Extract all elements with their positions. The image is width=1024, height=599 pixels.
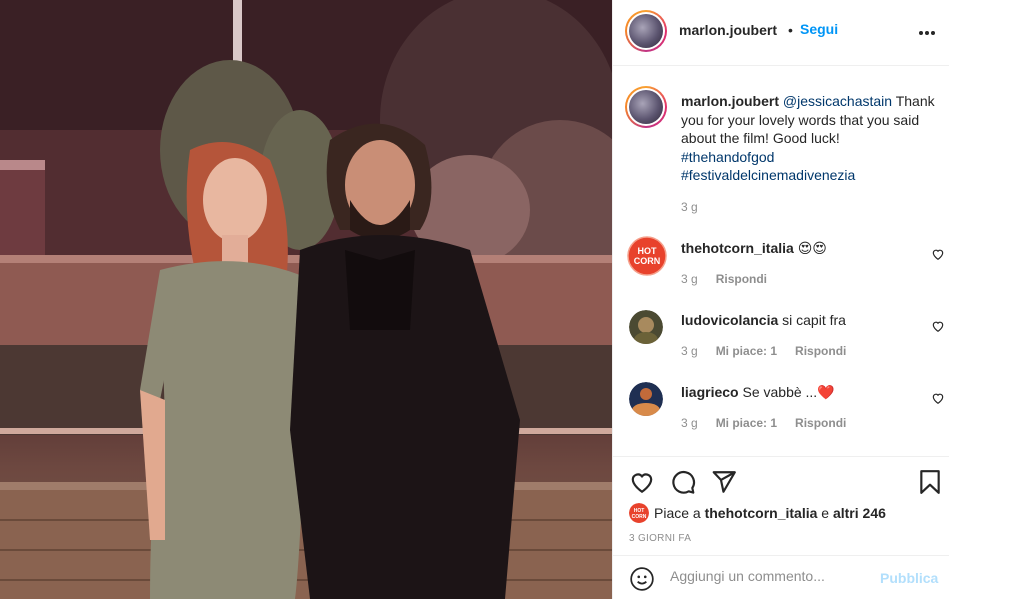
caption-username[interactable]: marlon.joubert — [681, 93, 779, 109]
comment-body: Se vabbè ...❤️ — [742, 384, 835, 400]
svg-text:CORN: CORN — [634, 256, 661, 266]
comment-username[interactable]: liagrieco — [681, 384, 739, 400]
post-date[interactable]: 3 GIORNI FA — [629, 533, 691, 544]
publish-button[interactable]: Pubblica — [880, 570, 938, 586]
caption-author-avatar[interactable] — [625, 86, 667, 128]
likes-summary: Piace a thehotcorn_italia e altri 246 — [654, 505, 886, 521]
post-sidebar: marlon.joubert • Segui marlon.joubert @j… — [612, 0, 950, 599]
comment-body: si capit fra — [782, 312, 846, 328]
comment-text: liagrieco Se vabbè ...❤️ — [681, 384, 835, 401]
liker-username[interactable]: thehotcorn_italia — [705, 505, 818, 521]
comment-time[interactable]: 3 g — [681, 344, 698, 358]
reply-button[interactable]: Rispondi — [795, 344, 846, 358]
page-margin — [949, 0, 1024, 599]
paper-plane-icon[interactable] — [711, 469, 737, 495]
comment-time[interactable]: 3 g — [681, 272, 698, 286]
add-comment-bar: Pubblica — [613, 555, 950, 599]
hashtag-link[interactable]: #thehandofgod — [681, 149, 774, 165]
comment-text: ludovicolancia si capit fra — [681, 312, 846, 328]
likes-prefix: Piace a — [654, 505, 701, 521]
comment-username[interactable]: thehotcorn_italia — [681, 240, 794, 256]
hashtag-link[interactable]: #festivaldelcinemadivenezia — [681, 167, 855, 183]
author-avatar[interactable] — [625, 10, 667, 52]
comment-body: 😍😍 — [797, 240, 827, 256]
comment-avatar[interactable]: HOT CORN — [627, 236, 667, 276]
heart-icon[interactable] — [629, 469, 655, 495]
caption-timestamp[interactable]: 3 g — [681, 200, 698, 214]
post-photo[interactable] — [0, 0, 612, 599]
emoji-smiley-icon[interactable] — [629, 566, 655, 592]
author-username[interactable]: marlon.joubert — [679, 22, 777, 38]
photo-illustration — [0, 0, 612, 599]
post-caption: marlon.joubert @jessicachastain Thank yo… — [681, 92, 936, 185]
likes-connector: e — [821, 505, 830, 521]
bookmark-icon[interactable] — [917, 469, 943, 495]
separator-dot: • — [788, 22, 793, 38]
more-options-icon[interactable] — [919, 22, 943, 40]
comment-username[interactable]: ludovicolancia — [681, 312, 778, 328]
comment-like-heart-icon[interactable] — [931, 247, 945, 261]
follow-button[interactable]: Segui — [800, 21, 838, 37]
comment-input[interactable] — [670, 568, 870, 584]
comment-avatar[interactable] — [629, 310, 663, 344]
comment-meta: 3 g Rispondi — [681, 272, 767, 286]
comment-meta: 3 g Mi piace: 1 Rispondi — [681, 416, 846, 430]
comment-meta: 3 g Mi piace: 1 Rispondi — [681, 344, 846, 358]
comment-text: thehotcorn_italia 😍😍 — [681, 240, 827, 257]
caption-mention[interactable]: @jessicachastain — [783, 93, 892, 109]
avatar-logo-text: HOT — [638, 246, 658, 256]
comment-bubble-icon[interactable] — [670, 469, 696, 495]
reply-button[interactable]: Rispondi — [795, 416, 846, 430]
comment-time[interactable]: 3 g — [681, 416, 698, 430]
post-header: marlon.joubert • Segui — [613, 0, 950, 66]
comment-likes-count[interactable]: Mi piace: 1 — [716, 416, 777, 430]
liker-avatar[interactable]: HOT CORN — [629, 503, 649, 523]
reply-button[interactable]: Rispondi — [716, 272, 767, 286]
likes-others-link[interactable]: altri 246 — [833, 505, 886, 521]
instagram-post: marlon.joubert • Segui marlon.joubert @j… — [0, 0, 1024, 599]
comment-likes-count[interactable]: Mi piace: 1 — [716, 344, 777, 358]
comment-avatar[interactable] — [629, 382, 663, 416]
comment-like-heart-icon[interactable] — [931, 391, 945, 405]
comment-like-heart-icon[interactable] — [931, 319, 945, 333]
svg-text:CORN: CORN — [632, 514, 647, 520]
